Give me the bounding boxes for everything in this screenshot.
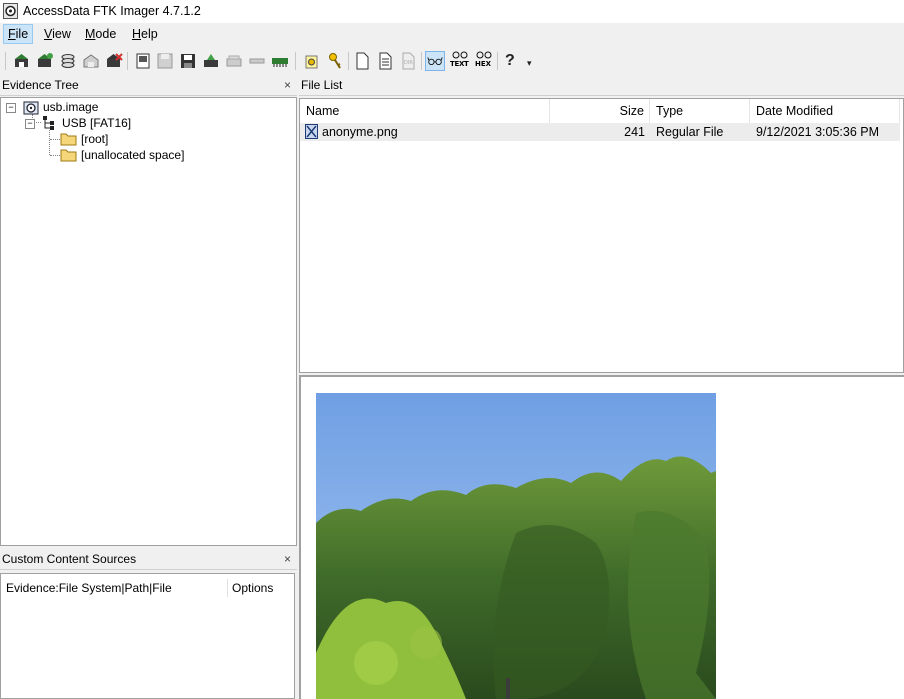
text-view-button[interactable]: TEXT: [449, 51, 471, 71]
tree-node-label: USB [FAT16]: [62, 116, 132, 130]
new-document-icon[interactable]: [352, 51, 372, 71]
tree-node-label: [root]: [81, 132, 109, 146]
disk-image-icon: [23, 101, 39, 115]
remove-all-evidence-icon[interactable]: [104, 51, 124, 71]
tree-line: [49, 130, 50, 155]
export-logical-image-icon[interactable]: [201, 51, 221, 71]
image-preview: [316, 393, 716, 699]
menu-file[interactable]: File: [3, 24, 34, 44]
hex-view-label: HEX: [475, 60, 492, 68]
toolbar-grip: [5, 52, 6, 70]
custom-content-sources-pane: Custom Content Sources × Evidence:File S…: [0, 548, 297, 699]
column-header-evidence-path[interactable]: Evidence:File System|Path|File: [6, 579, 228, 597]
menu-file-hotkey: F: [8, 27, 16, 41]
menu-help[interactable]: Help: [128, 25, 162, 43]
window-title: AccessData FTK Imager 4.7.1.2: [23, 4, 201, 18]
column-header-name[interactable]: Name: [300, 99, 550, 123]
menu-help-hotkey: H: [132, 27, 142, 41]
remove-evidence-icon[interactable]: [81, 51, 101, 71]
toolbar: DIR TEXT HEX ? ▾: [0, 46, 904, 74]
file-preview-pane[interactable]: [299, 375, 904, 699]
evidence-tree-header: Evidence Tree ×: [0, 74, 297, 96]
file-type: Regular File: [656, 125, 724, 139]
file-list-pane: File List Name Size Type Date Modified a…: [299, 74, 904, 373]
capture-memory-icon[interactable]: [270, 51, 290, 71]
tree-line: [50, 155, 60, 156]
hex-view-button[interactable]: HEX: [473, 51, 495, 71]
help-icon[interactable]: ?: [505, 51, 525, 71]
menu-help-rest: elp: [141, 27, 158, 41]
menu-view[interactable]: View: [40, 25, 75, 43]
export-hash-icon-disabled[interactable]: [247, 51, 267, 71]
deleted-file-icon: [305, 124, 318, 139]
obtain-protected-files-icon[interactable]: [302, 51, 322, 71]
menu-view-hotkey: V: [44, 27, 53, 41]
file-list-view[interactable]: Name Size Type Date Modified anonyme.png…: [299, 98, 904, 373]
save-icon-disabled[interactable]: [155, 51, 175, 71]
title-bar: AccessData FTK Imager 4.7.1.2: [0, 0, 904, 23]
file-list-header: File List: [299, 74, 904, 96]
export-disk-image-icon[interactable]: [178, 51, 198, 71]
tree-node-label: usb.image: [43, 100, 99, 114]
custom-content-sources-title: Custom Content Sources: [2, 552, 137, 566]
svg-text:DIR: DIR: [404, 60, 413, 66]
column-header-options[interactable]: Options: [232, 579, 273, 597]
add-all-attached-devices-icon[interactable]: [35, 51, 55, 71]
custom-content-sources-list[interactable]: Evidence:File System|Path|File Options: [0, 573, 295, 699]
menu-mode-hotkey: M: [85, 27, 96, 41]
menu-mode[interactable]: Mode: [81, 25, 120, 43]
tree-line: [50, 139, 60, 140]
file-size: 241: [624, 125, 645, 139]
toolbar-separator: [348, 52, 349, 70]
folder-icon: [60, 149, 77, 162]
directory-listing-icon-disabled[interactable]: DIR: [398, 51, 418, 71]
column-header-size[interactable]: Size: [550, 99, 650, 123]
image-mounting-icon[interactable]: [58, 51, 78, 71]
export-files-icon-disabled[interactable]: [224, 51, 244, 71]
toolbar-separator: [421, 52, 422, 70]
file-date-modified: 9/12/2021 3:05:36 PM: [756, 125, 880, 139]
file-list-title: File List: [301, 78, 343, 92]
hex-view-glasses-icon: [476, 51, 492, 59]
key-icon[interactable]: [325, 51, 345, 71]
folder-icon: [60, 133, 77, 146]
create-disk-image-icon[interactable]: [133, 51, 153, 71]
partition-tree-icon: [43, 116, 54, 130]
add-evidence-icon[interactable]: [12, 51, 32, 71]
evidence-tree-pane: Evidence Tree × − usb.image − USB [FAT16…: [0, 74, 297, 546]
table-row[interactable]: anonyme.png 241 Regular File 9/12/2021 3…: [300, 123, 900, 141]
collapse-toggle-icon[interactable]: −: [6, 103, 16, 113]
column-header-type[interactable]: Type: [650, 99, 750, 123]
toolbar-separator: [127, 52, 128, 70]
custom-content-sources-header: Custom Content Sources ×: [0, 548, 297, 570]
evidence-tree-view[interactable]: − usb.image − USB [FAT16] [root] [unallo…: [0, 97, 297, 546]
custom-content-sources-close-icon[interactable]: ×: [284, 548, 291, 570]
tree-node-label: [unallocated space]: [81, 148, 185, 162]
menu-view-rest: iew: [52, 27, 71, 41]
column-header-date-modified[interactable]: Date Modified: [750, 99, 900, 123]
toolbar-separator: [295, 52, 296, 70]
evidence-tree-close-icon[interactable]: ×: [284, 74, 291, 96]
collapse-toggle-icon[interactable]: −: [25, 119, 35, 129]
text-view-glasses-icon: [452, 51, 468, 59]
evidence-tree-title: Evidence Tree: [2, 78, 79, 92]
file-name: anonyme.png: [322, 125, 398, 139]
toolbar-separator: [497, 52, 498, 70]
menu-file-rest: ile: [15, 27, 29, 41]
menu-mode-rest: ode: [95, 27, 117, 41]
auto-view-glasses-icon[interactable]: [425, 51, 445, 71]
menu-bar: File View Mode Help: [0, 23, 904, 46]
document-text-icon[interactable]: [375, 51, 395, 71]
text-view-label: TEXT: [450, 60, 469, 68]
ftk-app-icon: [3, 3, 18, 19]
